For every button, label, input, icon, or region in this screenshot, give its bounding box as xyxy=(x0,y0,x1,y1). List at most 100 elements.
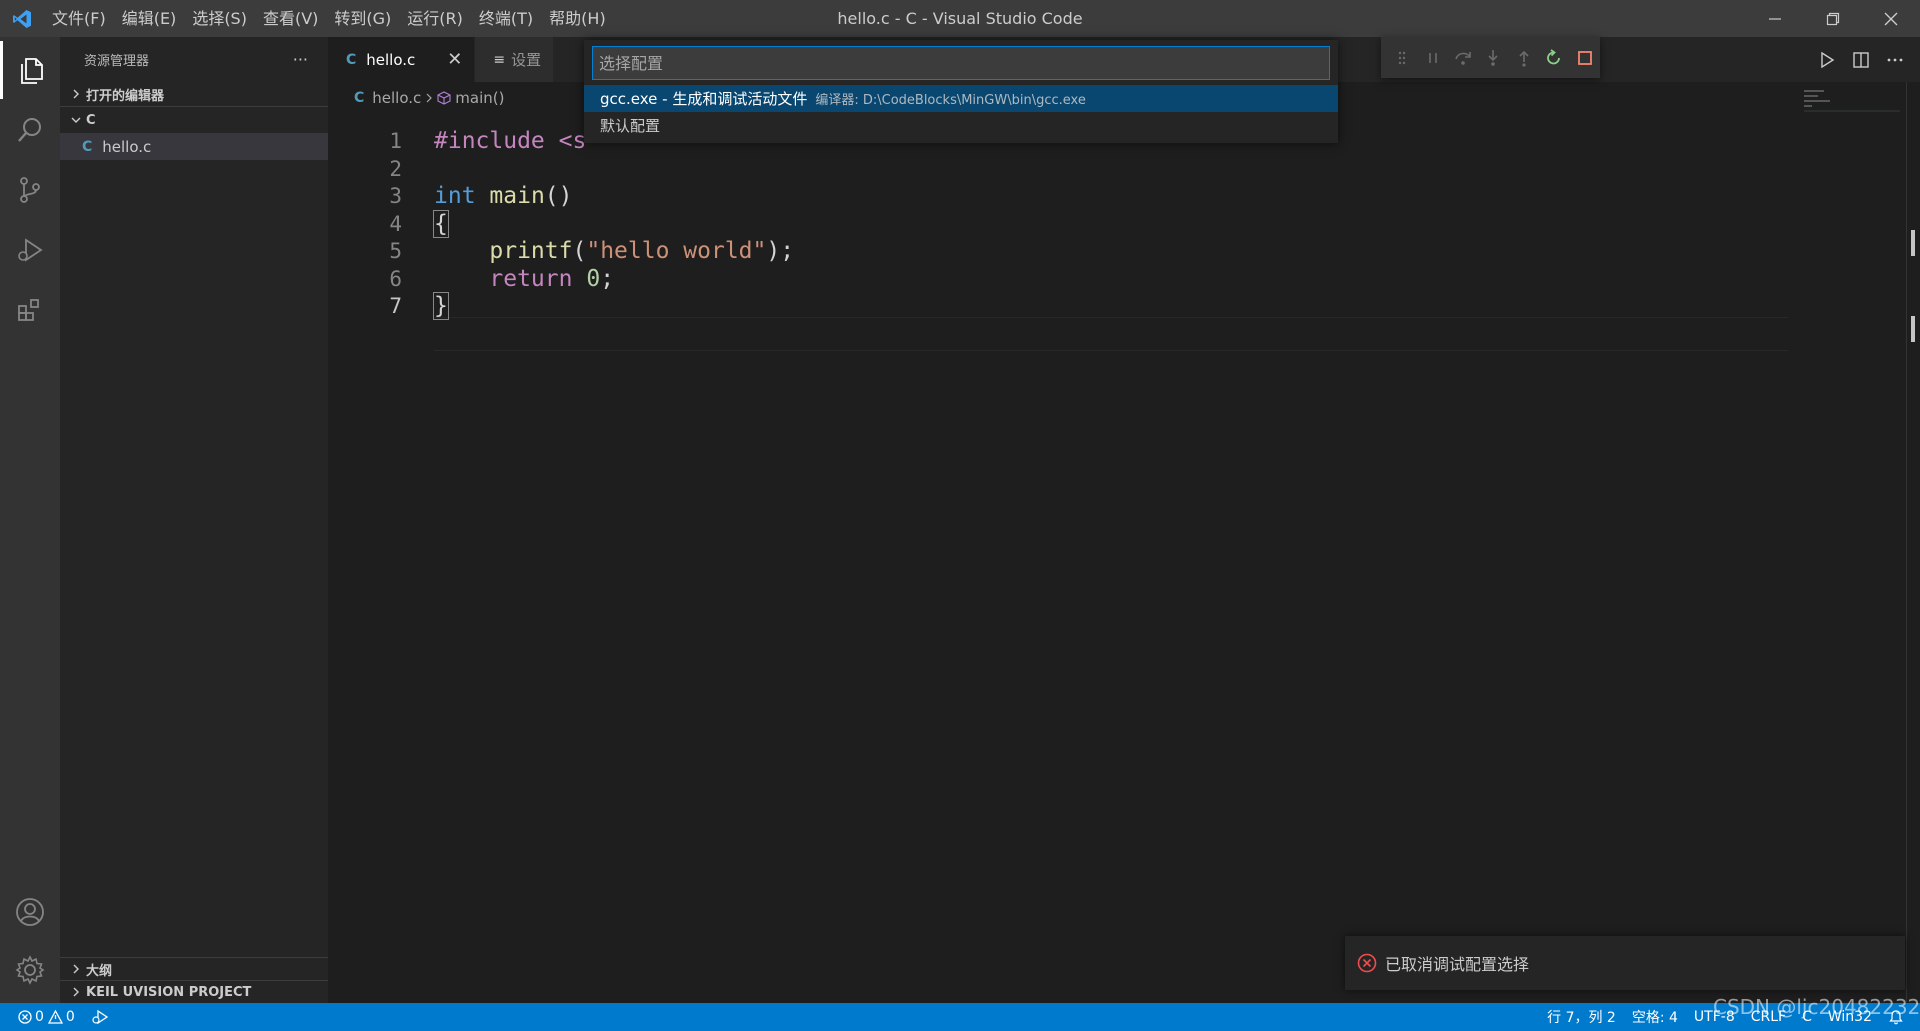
extensions-activity-button[interactable] xyxy=(0,281,60,339)
line-number: 7 xyxy=(389,294,402,318)
split-editor-icon xyxy=(1853,51,1869,68)
code-token: #include <s xyxy=(434,128,587,154)
eol-status[interactable]: CRLF xyxy=(1743,1003,1794,1031)
status-bar-left: 0 0 xyxy=(0,1003,117,1031)
minimap-line xyxy=(1804,100,1830,102)
debug-step-over-button[interactable] xyxy=(1448,37,1478,78)
quick-pick-input[interactable] xyxy=(592,46,1330,80)
overview-ruler[interactable] xyxy=(1906,82,1920,1002)
quick-pick-item-label: 默认配置 xyxy=(600,117,661,135)
menu-selection[interactable]: 选择(S) xyxy=(184,0,255,37)
problems-status[interactable]: 0 0 xyxy=(16,1003,83,1031)
step-over-icon xyxy=(1455,51,1471,65)
quick-pick-item-default[interactable]: 默认配置 xyxy=(584,112,1338,139)
minimap[interactable] xyxy=(1804,90,1900,130)
code-token: () xyxy=(544,183,573,209)
manage-activity-button[interactable] xyxy=(0,941,60,999)
language-mode-status[interactable]: C xyxy=(1794,1003,1820,1031)
menu-edit[interactable]: 编辑(E) xyxy=(114,0,185,37)
error-icon xyxy=(1357,953,1377,973)
chevron-right-icon xyxy=(66,964,86,974)
run-debug-icon xyxy=(18,238,43,262)
debug-launch-status[interactable] xyxy=(83,1003,117,1031)
settings-list-icon: ≡ xyxy=(493,51,506,68)
notifications-button[interactable] xyxy=(1880,1003,1912,1031)
restart-icon xyxy=(1547,48,1561,64)
search-icon xyxy=(18,118,41,142)
code-editor[interactable]: 1 #include <s 2 3 int main() 4 { 5 print… xyxy=(328,114,1920,1003)
more-actions-button[interactable]: ··· xyxy=(293,50,308,69)
close-window-button[interactable] xyxy=(1862,0,1920,37)
notification-toast[interactable]: 已取消调试配置选择 xyxy=(1345,936,1905,990)
code-line: 7 } xyxy=(328,289,1788,323)
encoding-status[interactable]: UTF-8 xyxy=(1686,1003,1743,1031)
scroll-marker xyxy=(1911,230,1915,256)
cube-icon xyxy=(437,91,451,105)
menu-help[interactable]: 帮助(H) xyxy=(541,0,614,37)
run-code-button[interactable] xyxy=(1810,37,1844,82)
menu-run[interactable]: 运行(R) xyxy=(399,0,471,37)
breadcrumb-symbol[interactable]: main() xyxy=(455,89,504,107)
outline-label: 大纲 xyxy=(86,963,113,979)
bell-icon xyxy=(1889,1010,1903,1025)
debug-stop-button[interactable] xyxy=(1570,37,1600,78)
sidebar-header: 资源管理器 ··· xyxy=(60,37,328,82)
breadcrumb-file[interactable]: hello.c xyxy=(372,89,421,107)
outline-section[interactable]: 大纲 xyxy=(60,957,328,980)
restore-button[interactable] xyxy=(1804,0,1862,37)
debug-step-into-button[interactable] xyxy=(1478,37,1508,78)
file-tree-item-hello-c[interactable]: C hello.c xyxy=(60,133,328,160)
close-tab-button[interactable]: ✕ xyxy=(447,49,462,70)
c-file-icon: C xyxy=(346,51,357,68)
quick-pick-item-description: 编译器: D:\CodeBlocks\MinGW\bin\gcc.exe xyxy=(815,93,1086,108)
tab-label: hello.c xyxy=(366,50,416,69)
close-icon xyxy=(1884,12,1898,25)
code-token: "hello world" xyxy=(586,238,767,264)
open-editors-section[interactable]: 打开的编辑器 xyxy=(60,82,328,106)
search-activity-button[interactable] xyxy=(0,101,60,159)
menu-go[interactable]: 转到(G) xyxy=(326,0,399,37)
keil-project-section[interactable]: KEIL UVISION PROJECT xyxy=(60,980,328,1003)
indentation-status[interactable]: 空格: 4 xyxy=(1624,1003,1686,1031)
tab-hello-c[interactable]: C hello.c ✕ xyxy=(328,37,476,82)
debug-toolbar xyxy=(1381,37,1600,78)
chevron-right-icon xyxy=(425,89,433,107)
notification-message: 已取消调试配置选择 xyxy=(1385,955,1530,974)
extensions-icon xyxy=(18,299,39,321)
folder-section[interactable]: C xyxy=(60,106,328,133)
restore-icon xyxy=(1826,12,1840,25)
platform-status[interactable]: Win32 xyxy=(1820,1003,1880,1031)
tab-settings[interactable]: ≡ 设置 xyxy=(475,37,555,82)
code-token: ( xyxy=(572,238,587,264)
quick-pick-item-label: gcc.exe - 生成和调试活动文件 xyxy=(600,90,808,108)
window-controls xyxy=(1746,0,1920,37)
editor-more-actions-button[interactable] xyxy=(1878,37,1912,82)
minimize-button[interactable] xyxy=(1746,0,1804,37)
keil-project-label: KEIL UVISION PROJECT xyxy=(86,984,252,1000)
quick-pick-item-gcc[interactable]: gcc.exe - 生成和调试活动文件 编译器: D:\CodeBlocks\M… xyxy=(584,85,1338,112)
status-bar-right: 行 7，列 2 空格: 4 UTF-8 CRLF C Win32 xyxy=(1539,1003,1920,1031)
c-file-icon: C xyxy=(82,138,93,155)
debug-drag-handle[interactable] xyxy=(1387,37,1417,78)
menu-file[interactable]: 文件(F) xyxy=(44,0,114,37)
debug-step-out-button[interactable] xyxy=(1509,37,1539,78)
chevron-right-icon xyxy=(66,987,86,997)
activity-bar xyxy=(0,37,60,1003)
explorer-activity-button[interactable] xyxy=(0,41,60,99)
tab-label: 设置 xyxy=(511,51,542,69)
cursor-position-status[interactable]: 行 7，列 2 xyxy=(1539,1003,1624,1031)
accounts-activity-button[interactable] xyxy=(0,883,60,941)
run-debug-activity-button[interactable] xyxy=(0,221,60,279)
split-editor-button[interactable] xyxy=(1844,37,1878,82)
debug-restart-button[interactable] xyxy=(1539,37,1569,78)
step-into-icon xyxy=(1488,49,1499,66)
menu-bar: 文件(F) 编辑(E) 选择(S) 查看(V) 转到(G) 运行(R) 终端(T… xyxy=(44,0,614,37)
menu-terminal[interactable]: 终端(T) xyxy=(471,0,541,37)
chevron-down-icon xyxy=(66,115,86,125)
error-count: 0 xyxy=(35,1009,44,1025)
debug-pause-button[interactable] xyxy=(1417,37,1447,78)
menu-view[interactable]: 查看(V) xyxy=(255,0,326,37)
source-control-activity-button[interactable] xyxy=(0,161,60,219)
error-icon xyxy=(18,1010,32,1024)
c-file-icon: C xyxy=(354,90,365,106)
